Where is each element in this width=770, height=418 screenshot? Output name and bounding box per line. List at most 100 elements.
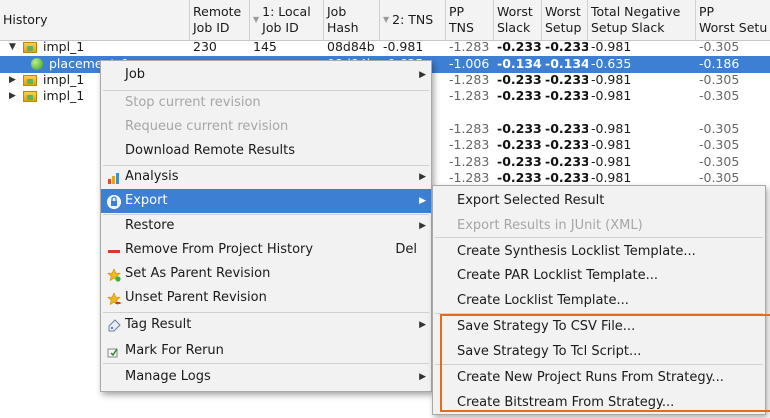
submenu-item-create-bitstream-from-strategy[interactable]: Create Bitstream From Strategy... bbox=[433, 391, 765, 415]
submenu-arrow-icon: ▶ bbox=[419, 372, 426, 382]
header-pp-tns[interactable]: PP TNS bbox=[446, 0, 494, 40]
table-cell: -0.981 bbox=[591, 154, 632, 169]
run-folder-icon bbox=[23, 74, 37, 86]
menu-item-export[interactable]: Export ▶ bbox=[101, 189, 431, 213]
menu-item-restore[interactable]: Restore ▶ bbox=[101, 214, 431, 238]
table-cell: -0.981 bbox=[591, 88, 632, 103]
collapse-icon[interactable]: ▼ bbox=[9, 39, 19, 56]
submenu-item-save-strategy-to-csv-file[interactable]: Save Strategy To CSV File... bbox=[433, 315, 765, 339]
header-local-job-id[interactable]: ▼ 1: Local Job ID bbox=[250, 0, 324, 40]
table-cell: -0.233 bbox=[545, 137, 588, 152]
table-cell bbox=[542, 104, 588, 121]
analysis-icon bbox=[107, 170, 121, 184]
table-cell: -0.981 bbox=[591, 121, 632, 136]
table-cell: -1.283 bbox=[449, 137, 490, 152]
star-icon bbox=[107, 267, 121, 282]
table-cell: -0.635 bbox=[591, 56, 632, 71]
run-name: impl_1 bbox=[43, 88, 85, 103]
expand-icon[interactable]: ▶ bbox=[9, 72, 19, 89]
submenu-item-create-par-locklist-template[interactable]: Create PAR Locklist Template... bbox=[433, 264, 765, 288]
menu-item-download-remote-results[interactable]: Download Remote Results bbox=[101, 139, 431, 163]
table-header: History Remote Job ID ▼ 1: Local Job ID J… bbox=[0, 0, 770, 41]
menu-item-analysis[interactable]: Analysis ▶ bbox=[101, 165, 431, 189]
header-label: Job Hash bbox=[327, 4, 359, 35]
table-cell: -1.283 bbox=[449, 39, 490, 54]
submenu-item-export-selected-result[interactable]: Export Selected Result bbox=[433, 189, 765, 213]
export-icon bbox=[107, 194, 121, 209]
table-cell: -0.981 bbox=[591, 137, 632, 152]
rerun-icon bbox=[107, 344, 121, 358]
submenu-arrow-icon: ▶ bbox=[419, 70, 426, 80]
expand-icon[interactable]: ▶ bbox=[9, 88, 19, 105]
tag-icon bbox=[107, 318, 121, 332]
header-remote-job-id[interactable]: Remote Job ID bbox=[190, 0, 250, 40]
table-cell: -0.233 bbox=[545, 39, 588, 54]
menu-item-tag-result[interactable]: Tag Result ▶ bbox=[101, 313, 431, 337]
table-cell: -0.233 bbox=[497, 39, 542, 54]
header-history[interactable]: History bbox=[0, 0, 190, 40]
submenu-item-create-synthesis-locklist-template[interactable]: Create Synthesis Locklist Template... bbox=[433, 240, 765, 264]
menu-item-label: Export bbox=[125, 193, 168, 208]
header-label: History bbox=[3, 12, 48, 27]
sort-desc-icon: ▼ bbox=[253, 15, 260, 24]
submenu-item-save-strategy-to-tcl-script[interactable]: Save Strategy To Tcl Script... bbox=[433, 340, 765, 364]
menu-separator bbox=[435, 313, 763, 314]
menu-item-label: Download Remote Results bbox=[125, 143, 295, 158]
table-cell: 08d84b bbox=[327, 39, 375, 54]
header-worst-setup[interactable]: Worst Setup bbox=[542, 0, 588, 40]
table-row[interactable]: ▼ impl_1 230 145 08d84b -0.981 -1.283 -0.233 -0.… bbox=[0, 39, 770, 56]
header-job-hash[interactable]: Job Hash bbox=[324, 0, 380, 40]
submenu-arrow-icon: ▶ bbox=[419, 172, 426, 182]
menu-item-label: Restore bbox=[125, 218, 175, 233]
menu-item-unset-parent-revision[interactable]: Unset Parent Revision bbox=[101, 286, 431, 310]
submenu-item-create-new-project-runs-from-strategy[interactable]: Create New Project Runs From Strategy... bbox=[433, 366, 765, 390]
header-label: Worst Setup bbox=[545, 4, 582, 35]
table-cell: -0.233 bbox=[497, 72, 542, 87]
shortcut-label: Del bbox=[395, 242, 417, 257]
header-label: Worst Slack bbox=[497, 4, 533, 35]
header-label: Remote Job ID bbox=[193, 4, 242, 35]
table-cell: -0.233 bbox=[545, 72, 588, 87]
submenu-item-export-results-in-junit-xml: Export Results in JUnit (XML) bbox=[457, 218, 643, 233]
menu-item-requeue-current-revision: Requeue current revision bbox=[101, 115, 431, 139]
header-tns[interactable]: ▼ 2: TNS bbox=[380, 0, 446, 40]
menu-item-label: Job bbox=[125, 67, 146, 82]
menu-item-label: Tag Result bbox=[125, 317, 192, 332]
table-cell bbox=[696, 104, 770, 121]
submenu-arrow-icon: ▶ bbox=[419, 196, 426, 206]
table-cell: -1.006 bbox=[449, 56, 490, 71]
table-cell: -0.233 bbox=[497, 154, 542, 169]
run-folder-icon bbox=[23, 90, 37, 102]
table-cell: -1.283 bbox=[449, 121, 490, 136]
table-cell: -0.233 bbox=[545, 121, 588, 136]
menu-separator bbox=[103, 363, 429, 364]
table-cell: -0.186 bbox=[699, 56, 740, 71]
menu-item-label: Unset Parent Revision bbox=[125, 290, 267, 305]
context-menu: Job ▶ Stop current revision Requeue current… bbox=[100, 60, 432, 392]
menu-item-manage-logs[interactable]: Manage Logs ▶ bbox=[101, 365, 431, 389]
table-cell: -0.981 bbox=[383, 39, 424, 54]
table-cell: -0.233 bbox=[497, 121, 542, 136]
menu-item-remove-from-project-history[interactable]: Remove From Project History Del bbox=[101, 238, 431, 262]
menu-item-mark-for-rerun[interactable]: Mark For Rerun bbox=[101, 339, 431, 363]
menu-separator bbox=[435, 364, 763, 365]
table-cell: -0.233 bbox=[545, 154, 588, 169]
run-folder-icon bbox=[23, 41, 37, 53]
table-cell: -0.233 bbox=[545, 88, 588, 103]
submenu-item-create-locklist-template[interactable]: Create Locklist Template... bbox=[433, 289, 765, 313]
menu-item-label: Stop current revision bbox=[125, 95, 261, 110]
header-pp-worst-setup[interactable]: PP Worst Setu bbox=[696, 0, 770, 40]
table-cell: -0.134 bbox=[545, 56, 588, 71]
table-cell: -0.305 bbox=[699, 121, 740, 136]
export-submenu: Export Selected Result Export Results in … bbox=[432, 185, 766, 415]
header-total-negative-setup-slack[interactable]: Total Negative Setup Slack bbox=[588, 0, 696, 40]
menu-item-job[interactable]: Job ▶ bbox=[101, 63, 431, 87]
submenu-arrow-icon: ▶ bbox=[419, 320, 426, 330]
table-cell: -1.283 bbox=[449, 72, 490, 87]
header-worst-slack[interactable]: Worst Slack bbox=[494, 0, 542, 40]
history-cell: ▼ impl_1 bbox=[0, 39, 190, 56]
unstar-icon bbox=[107, 291, 121, 306]
menu-item-label: Requeue current revision bbox=[125, 119, 289, 134]
menu-item-label: Set As Parent Revision bbox=[125, 266, 271, 281]
menu-item-set-as-parent-revision[interactable]: Set As Parent Revision bbox=[101, 262, 431, 286]
